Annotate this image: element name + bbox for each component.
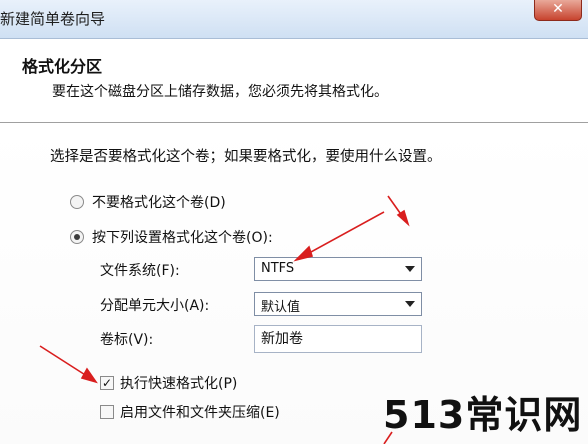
arrow-head-icon <box>293 245 314 262</box>
arrow-to-quick-format <box>39 345 91 379</box>
arrow-head-icon <box>80 367 98 384</box>
watermark: 513常识网 <box>383 393 583 437</box>
arrow-to-filesystem <box>299 211 385 259</box>
annotation-arrows <box>39 195 410 444</box>
